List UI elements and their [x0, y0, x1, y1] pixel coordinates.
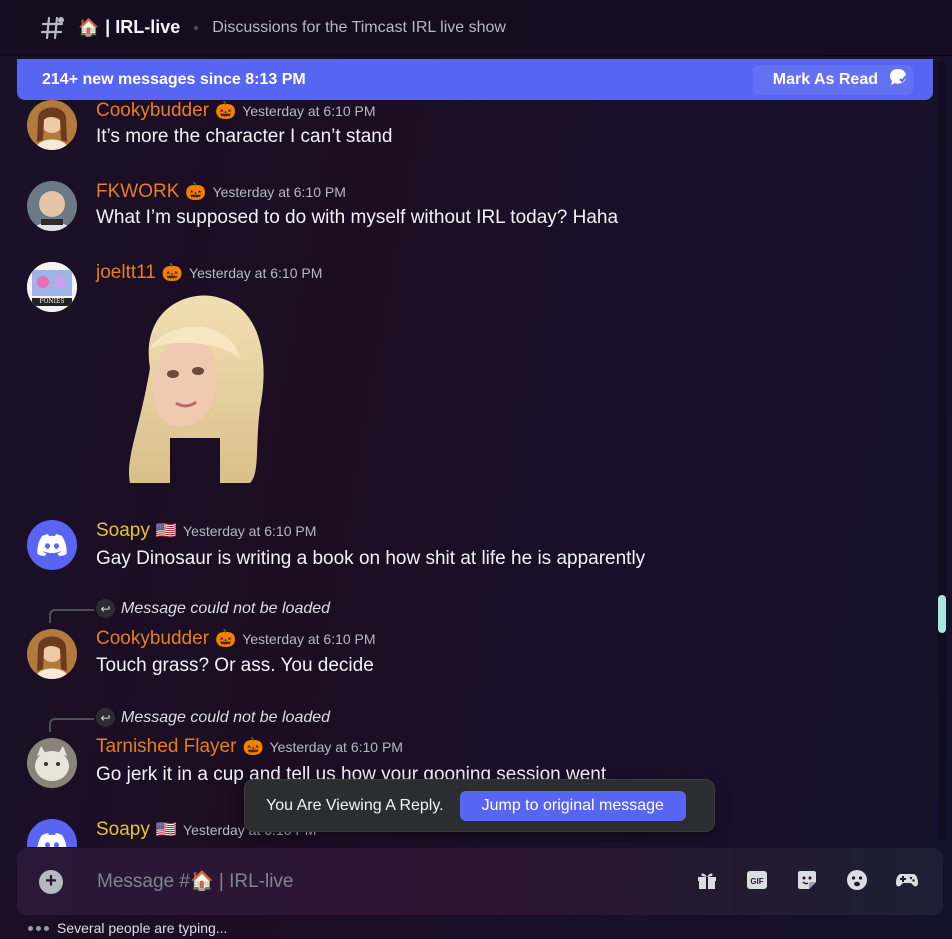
discord-icon[interactable] — [27, 520, 77, 570]
typing-text: Several people are typing... — [57, 920, 228, 936]
message-timestamp: Yesterday at 6:10 PM — [269, 739, 403, 755]
role-icon: 🎃 — [161, 263, 184, 282]
svg-text:GIF: GIF — [750, 877, 763, 886]
message-author[interactable]: Tarnished Flayer — [96, 736, 236, 758]
gift-icon[interactable] — [695, 868, 719, 892]
user-avatar[interactable] — [27, 629, 77, 679]
channel-topic[interactable]: Discussions for the Timcast IRL live sho… — [212, 19, 506, 37]
header-divider — [194, 25, 199, 30]
user-avatar[interactable] — [27, 100, 77, 150]
reply-spine — [49, 718, 94, 732]
message-timestamp: Yesterday at 6:10 PM — [242, 103, 376, 119]
gif-icon[interactable]: GIF — [745, 868, 769, 892]
reply-reference[interactable]: ↩ Message could not be loaded — [96, 708, 330, 727]
role-icon: 🇺🇸 — [155, 521, 178, 540]
message-timestamp: Yesterday at 6:10 PM — [242, 631, 376, 647]
avatar-caption: PONIES — [39, 298, 65, 305]
message-timestamp: Yesterday at 6:10 PM — [189, 265, 323, 281]
message-author[interactable]: Soapy — [96, 819, 150, 841]
role-icon: 🎃 — [242, 737, 264, 756]
viewing-reply-toast: You Are Viewing A Reply. Jump to origina… — [244, 779, 715, 832]
reply-preview: Message could not be loaded — [121, 599, 331, 617]
text-channel-hash-icon — [40, 15, 66, 41]
upload-plus-icon[interactable]: + — [39, 869, 63, 894]
scrollbar-thumb[interactable] — [938, 595, 946, 633]
reply-reference[interactable]: ↩ Message could not be loaded — [96, 599, 330, 618]
role-icon: 🇺🇸 — [155, 820, 178, 839]
user-avatar[interactable]: PONIES — [27, 262, 77, 312]
discord-icon[interactable] — [27, 819, 77, 847]
emoji-icon[interactable] — [845, 868, 869, 892]
sticker-icon[interactable] — [795, 868, 819, 892]
jump-to-original-button[interactable]: Jump to original message — [459, 790, 686, 821]
reply-spine — [49, 609, 94, 623]
message-author[interactable]: Cookybudder — [96, 628, 209, 650]
message-input[interactable] — [97, 861, 657, 902]
viewing-reply-label: You Are Viewing A Reply. — [266, 796, 444, 814]
message-content: Touch grass? Or ass. You decide — [96, 655, 374, 676]
typing-dots-icon — [28, 925, 49, 931]
mark-read-chat-icon — [888, 67, 908, 92]
role-icon: 🎃 — [215, 629, 237, 648]
message-author[interactable]: Soapy — [96, 520, 150, 542]
role-icon: 🎃 — [215, 101, 237, 120]
user-avatar[interactable] — [27, 181, 77, 231]
channel-header: 🏠 | IRL-live Discussions for the Timcast… — [0, 0, 952, 56]
message-timestamp: Yesterday at 6:10 PM — [212, 184, 346, 200]
message-content: Gay Dinosaur is writing a book on how sh… — [96, 548, 646, 569]
message-author[interactable]: FKWORK — [96, 181, 179, 203]
new-messages-text[interactable]: 214+ new messages since 8:13 PM — [42, 71, 306, 89]
reply-arrow-icon: ↩ — [96, 708, 115, 727]
message-author[interactable]: Cookybudder — [96, 100, 209, 122]
channel-name: | IRL-live — [105, 17, 181, 37]
reply-arrow-icon: ↩ — [96, 599, 115, 618]
mark-as-read-label[interactable]: Mark As Read — [773, 71, 878, 89]
reply-preview: Message could not be loaded — [121, 708, 331, 726]
message-author[interactable]: joeltt11 — [96, 262, 156, 284]
activities-icon[interactable] — [895, 868, 919, 892]
mark-as-read-button[interactable]: Mark As Read — [773, 67, 908, 92]
scrollbar-track[interactable] — [938, 62, 946, 840]
message-content: It’s more the character I can’t stand — [96, 126, 393, 147]
role-icon: 🎃 — [185, 182, 207, 201]
composer-tools: GIF — [695, 868, 919, 892]
message-composer: + GIF — [17, 848, 943, 915]
typing-indicator: Several people are typing... — [28, 920, 227, 936]
sticker-image[interactable] — [110, 288, 280, 488]
message-timestamp: Yesterday at 6:10 PM — [183, 523, 317, 539]
user-avatar[interactable] — [27, 738, 77, 788]
message-content: What I’m supposed to do with myself with… — [96, 207, 619, 228]
channel-emoji: 🏠 — [78, 17, 100, 37]
new-messages-bar[interactable]: 214+ new messages since 8:13 PM Mark As … — [17, 59, 933, 100]
